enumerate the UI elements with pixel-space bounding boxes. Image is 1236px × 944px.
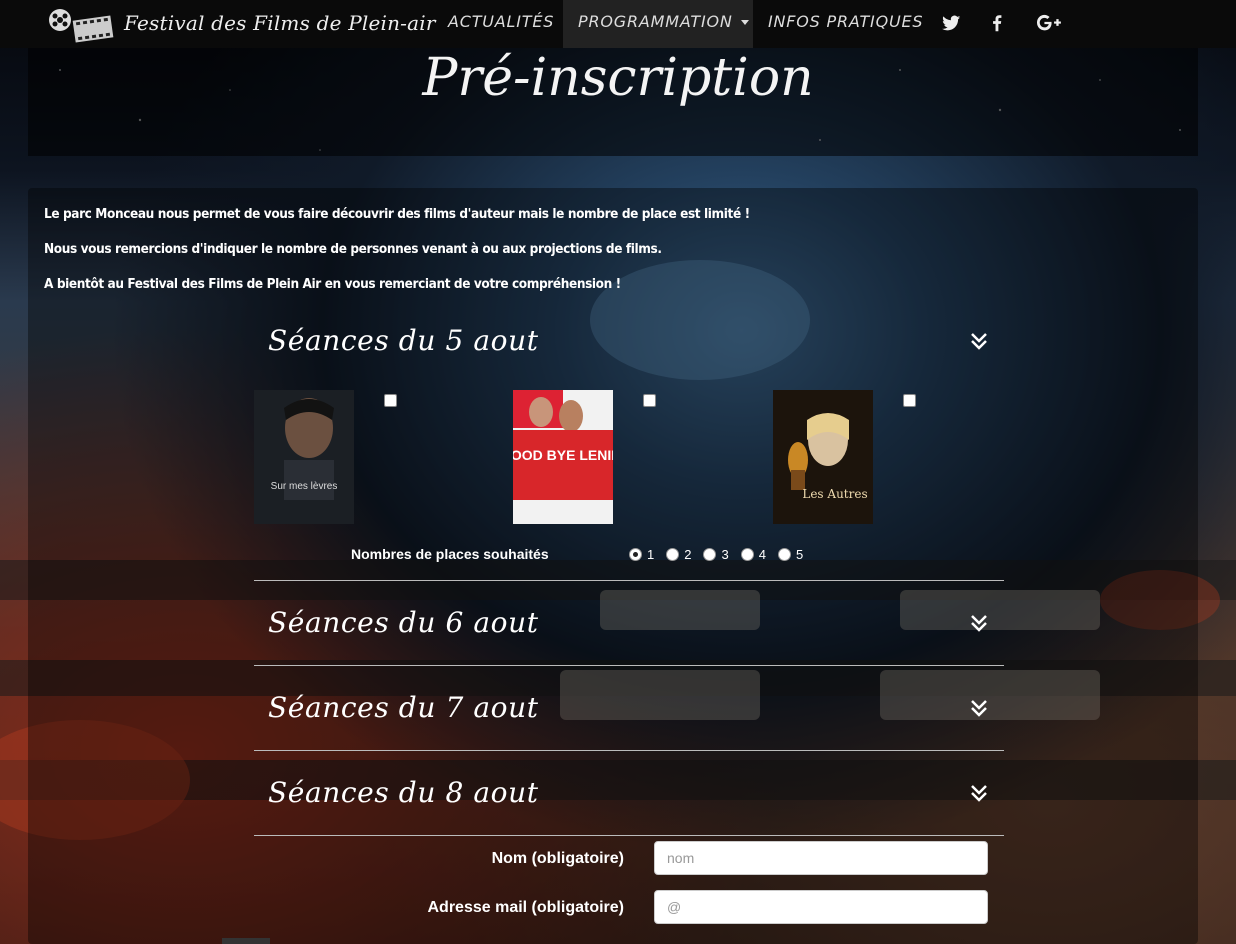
poster-title-text: Les Autres xyxy=(802,487,867,501)
double-chevron-down-icon[interactable] xyxy=(968,330,990,352)
film-card[interactable]: GOOD BYE LENIN! xyxy=(513,390,656,524)
places-option-2[interactable]: 2 xyxy=(666,547,691,562)
radio-button[interactable] xyxy=(740,548,754,561)
double-chevron-down-icon[interactable] xyxy=(968,782,990,804)
section-header[interactable]: Séances du 7 aout xyxy=(254,691,1004,731)
facebook-icon[interactable] xyxy=(986,12,1008,34)
places-radio-group[interactable]: 1 2 3 4 5 xyxy=(629,547,815,562)
radio-label: 5 xyxy=(795,547,804,562)
brand-name[interactable]: Festival des Films de Plein-air xyxy=(124,11,436,35)
page-title: Pré-inscription xyxy=(422,48,814,108)
intro-text: Le parc Monceau nous permet de vous fair… xyxy=(44,202,1184,307)
poster-sur-mes-levres[interactable]: Sur mes lèvres xyxy=(254,390,354,524)
scroll-indicator xyxy=(222,938,270,944)
radio-button[interactable] xyxy=(629,548,642,561)
intro-line: A bientôt au Festival des Films de Plein… xyxy=(44,276,621,292)
intro-line: Le parc Monceau nous permet de vous fair… xyxy=(44,206,750,222)
places-label: Nombres de places souhaités xyxy=(351,546,549,562)
places-option-4[interactable]: 4 xyxy=(740,547,766,562)
section-title: Séances du 6 aout xyxy=(268,606,539,639)
places-option-1[interactable]: 1 xyxy=(629,547,654,562)
poster-title-text: Sur mes lèvres xyxy=(271,481,338,492)
film-card[interactable]: Les Autres xyxy=(773,390,916,524)
twitter-icon[interactable] xyxy=(940,12,962,34)
section-header[interactable]: Séances du 6 aout xyxy=(254,606,1004,646)
film-reel-logo-icon[interactable] xyxy=(46,4,116,44)
section-5-aout[interactable]: Séances du 5 aout xyxy=(254,324,1004,364)
section-divider xyxy=(254,665,1004,666)
film-checkbox[interactable] xyxy=(903,394,916,407)
section-title: Séances du 5 aout xyxy=(268,324,539,357)
nav-programmation[interactable]: PROGRAMMATION xyxy=(563,0,753,48)
section-title: Séances du 7 aout xyxy=(268,691,539,724)
radio-button[interactable] xyxy=(703,548,717,561)
double-chevron-down-icon[interactable] xyxy=(968,697,990,719)
section-header[interactable]: Séances du 8 aout xyxy=(254,776,1004,816)
section-divider xyxy=(254,750,1004,751)
name-label: Nom (obligatoire) xyxy=(491,850,624,867)
section-6-aout[interactable]: Séances du 6 aout xyxy=(254,606,1004,646)
film-card[interactable]: Sur mes lèvres xyxy=(254,390,397,524)
nav-programmation-label: PROGRAMMATION xyxy=(578,12,733,31)
caret-down-icon xyxy=(740,20,749,25)
poster-good-bye-lenin[interactable]: GOOD BYE LENIN! xyxy=(513,390,613,524)
nav-infos-pratiques[interactable]: INFOS PRATIQUES xyxy=(768,0,923,48)
film-checkbox[interactable] xyxy=(643,394,656,407)
radio-label: 4 xyxy=(758,547,766,562)
email-label: Adresse mail (obligatoire) xyxy=(427,899,625,916)
film-checkbox[interactable] xyxy=(384,394,397,407)
double-chevron-down-icon[interactable] xyxy=(968,612,990,634)
top-navbar: Festival des Films de Plein-air ACTUALIT… xyxy=(0,0,1236,48)
nav-actualites-label: ACTUALITÉS xyxy=(448,12,555,31)
poster-les-autres[interactable]: Les Autres xyxy=(773,390,873,524)
section-8-aout[interactable]: Séances du 8 aout xyxy=(254,776,1004,816)
places-option-5[interactable]: 5 xyxy=(777,547,804,562)
nav-infos-pratiques-label: INFOS PRATIQUES xyxy=(768,12,924,31)
intro-line: Nous vous remercions d'indiquer le nombr… xyxy=(44,241,662,257)
section-divider xyxy=(254,835,1004,836)
section-header[interactable]: Séances du 5 aout xyxy=(254,324,1004,364)
name-input[interactable] xyxy=(654,841,988,875)
section-divider xyxy=(254,580,1004,581)
radio-button[interactable] xyxy=(777,548,791,561)
google-plus-icon[interactable] xyxy=(1036,12,1062,34)
radio-label: 3 xyxy=(721,547,729,562)
places-option-3[interactable]: 3 xyxy=(703,547,729,562)
radio-label: 1 xyxy=(647,547,655,562)
email-input[interactable] xyxy=(654,890,988,924)
section-7-aout[interactable]: Séances du 7 aout xyxy=(254,691,1004,731)
nav-actualites[interactable]: ACTUALITÉS xyxy=(448,0,554,48)
radio-label: 2 xyxy=(684,547,692,562)
poster-title-text: GOOD BYE LENIN! xyxy=(513,447,613,463)
radio-button[interactable] xyxy=(666,548,680,561)
section-title: Séances du 8 aout xyxy=(268,776,539,809)
